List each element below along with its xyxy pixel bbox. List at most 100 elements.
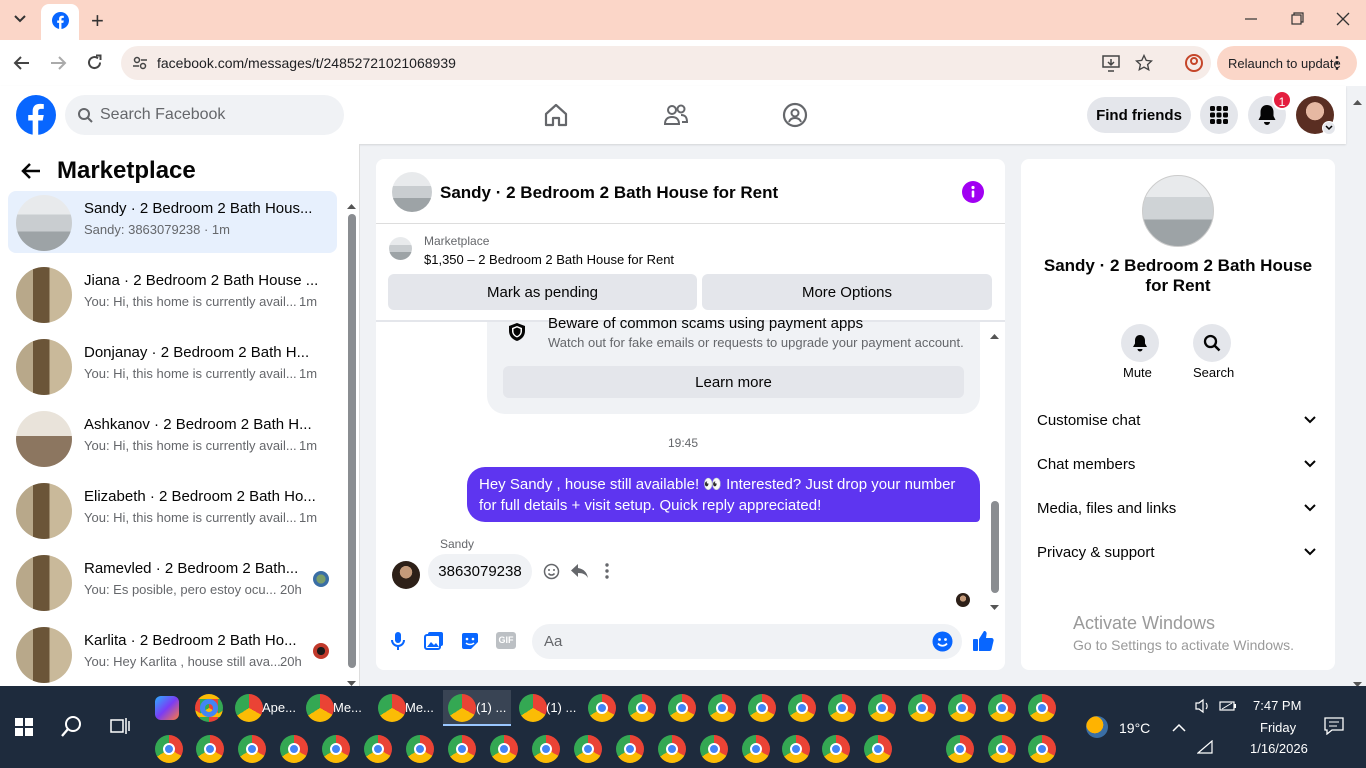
- chrome-icon[interactable]: [828, 694, 856, 722]
- chrome-icon[interactable]: [378, 694, 406, 722]
- maximize-icon[interactable]: [1290, 12, 1304, 31]
- friends-icon[interactable]: [662, 101, 690, 129]
- chat-members-section[interactable]: Chat members: [1037, 456, 1317, 473]
- chrome-icon[interactable]: [742, 735, 770, 763]
- taskbar-app-label[interactable]: (1) ...: [476, 700, 506, 715]
- react-emoji-icon[interactable]: [543, 563, 560, 585]
- conversation-item[interactable]: Jiana · 2 Bedroom 2 Bath House ... You: …: [8, 263, 337, 325]
- conversation-item[interactable]: Ashkanov · 2 Bedroom 2 Bath H... You: Hi…: [8, 407, 337, 469]
- taskbar-app-label[interactable]: Ape...: [262, 700, 296, 715]
- chrome-icon[interactable]: [782, 735, 810, 763]
- chrome-icon[interactable]: [519, 694, 547, 722]
- chrome-icon[interactable]: [948, 694, 976, 722]
- chrome-icon[interactable]: [908, 694, 936, 722]
- taskbar-app-label[interactable]: (1) ...: [546, 700, 576, 715]
- facebook-logo-icon[interactable]: [16, 95, 56, 140]
- conversation-item[interactable]: Karlita · 2 Bedroom 2 Bath Ho... You: He…: [8, 623, 337, 685]
- weather-icon[interactable]: [1086, 716, 1108, 738]
- chrome-icon[interactable]: [988, 735, 1016, 763]
- chrome-icon[interactable]: [658, 735, 686, 763]
- microphone-icon[interactable]: [390, 631, 406, 656]
- weather-temp[interactable]: 19°C: [1119, 720, 1150, 736]
- message-input[interactable]: Aa: [532, 624, 962, 659]
- relaunch-to-update-button[interactable]: Relaunch to update ⋮: [1217, 46, 1357, 80]
- incoming-message-bubble[interactable]: 3863079238: [428, 554, 532, 589]
- chrome-icon[interactable]: [868, 694, 896, 722]
- chrome-icon[interactable]: [280, 735, 308, 763]
- listing-text[interactable]: $1,350 – 2 Bedroom 2 Bath House for Rent: [424, 252, 674, 267]
- chrome-icon[interactable]: [616, 735, 644, 763]
- scroll-down-arrow[interactable]: [990, 598, 999, 616]
- conversation-item[interactable]: Elizabeth · 2 Bedroom 2 Bath Ho... You: …: [8, 479, 337, 541]
- conversation-item[interactable]: Sandy · 2 Bedroom 2 Bath Hous... Sandy: …: [8, 191, 337, 253]
- tab-search-chevron-icon[interactable]: [12, 10, 28, 31]
- home-icon[interactable]: [542, 101, 570, 129]
- new-tab-button[interactable]: +: [91, 8, 104, 34]
- photo-icon[interactable]: [424, 631, 444, 656]
- volume-icon[interactable]: [1194, 698, 1212, 719]
- scroll-up-arrow[interactable]: [347, 196, 356, 209]
- search-in-chat-button[interactable]: [1193, 324, 1231, 362]
- minimize-icon[interactable]: [1244, 12, 1258, 31]
- chrome-icon[interactable]: [1028, 735, 1056, 763]
- reply-icon[interactable]: [570, 563, 589, 584]
- close-window-icon[interactable]: [1336, 12, 1350, 31]
- sidebar-scrollbar-thumb[interactable]: [348, 214, 356, 668]
- learn-more-button[interactable]: Learn more: [503, 366, 964, 398]
- info-icon[interactable]: [962, 181, 984, 203]
- notification-center-icon[interactable]: [1324, 717, 1344, 740]
- bookmark-star-icon[interactable]: [1135, 54, 1153, 72]
- privacy-support-section[interactable]: Privacy & support: [1037, 544, 1317, 561]
- chrome-icon[interactable]: [946, 735, 974, 763]
- kebab-menu-icon[interactable]: ⋮: [1329, 53, 1345, 73]
- chrome-icon[interactable]: [196, 735, 224, 763]
- taskbar-app-label[interactable]: Me...: [333, 700, 362, 715]
- forward-arrow-icon[interactable]: [49, 55, 67, 76]
- emoji-icon[interactable]: [932, 631, 953, 652]
- account-chevron-icon[interactable]: [1322, 121, 1336, 135]
- taskbar-app-label[interactable]: Me...: [405, 700, 434, 715]
- task-view-icon[interactable]: [110, 717, 130, 740]
- back-arrow-icon[interactable]: [13, 55, 31, 76]
- chrome-icon[interactable]: [155, 735, 183, 763]
- more-actions-icon[interactable]: [604, 563, 610, 584]
- back-arrow-icon[interactable]: [20, 161, 42, 186]
- chrome-icon[interactable]: [448, 735, 476, 763]
- chrome-icon[interactable]: [988, 694, 1016, 722]
- chrome-icon[interactable]: [822, 735, 850, 763]
- facebook-search-input[interactable]: Search Facebook: [65, 95, 344, 135]
- mute-button[interactable]: [1121, 324, 1159, 362]
- chrome-icon[interactable]: [574, 735, 602, 763]
- media-files-links-section[interactable]: Media, files and links: [1037, 500, 1317, 517]
- chrome-icon[interactable]: [195, 694, 223, 722]
- conversation-item[interactable]: Donjanay · 2 Bedroom 2 Bath H... You: Hi…: [8, 335, 337, 397]
- find-friends-button[interactable]: Find friends: [1087, 97, 1191, 133]
- page-scroll-up-arrow[interactable]: [1353, 92, 1362, 110]
- outgoing-message-bubble[interactable]: Hey Sandy , house still available! 👀 Int…: [467, 467, 980, 522]
- chrome-icon[interactable]: [788, 694, 816, 722]
- thumbs-up-icon[interactable]: [972, 630, 994, 657]
- scroll-up-arrow[interactable]: [990, 326, 999, 344]
- chrome-icon[interactable]: [748, 694, 776, 722]
- site-settings-icon[interactable]: [132, 55, 148, 71]
- gif-icon[interactable]: GIF: [496, 632, 516, 649]
- chrome-icon[interactable]: [306, 694, 334, 722]
- address-bar[interactable]: facebook.com/messages/t/2485272102106893…: [121, 46, 1211, 80]
- clock-date[interactable]: 1/16/2026: [1250, 741, 1308, 756]
- chat-scrollbar-thumb[interactable]: [991, 501, 999, 593]
- groups-icon[interactable]: [781, 101, 809, 129]
- chrome-icon[interactable]: [708, 694, 736, 722]
- reload-icon[interactable]: [86, 54, 103, 76]
- chrome-icon[interactable]: [628, 694, 656, 722]
- chrome-icon[interactable]: [588, 694, 616, 722]
- more-options-button[interactable]: More Options: [702, 274, 992, 310]
- taskbar-search-icon[interactable]: [61, 715, 83, 742]
- chrome-icon[interactable]: [235, 694, 263, 722]
- sender-avatar[interactable]: [392, 561, 420, 589]
- clock-time[interactable]: 7:47 PM: [1253, 698, 1301, 713]
- chrome-icon[interactable]: [322, 735, 350, 763]
- chrome-icon[interactable]: [238, 735, 266, 763]
- install-app-icon[interactable]: [1102, 54, 1120, 72]
- mark-as-pending-button[interactable]: Mark as pending: [388, 274, 697, 310]
- chrome-icon[interactable]: [864, 735, 892, 763]
